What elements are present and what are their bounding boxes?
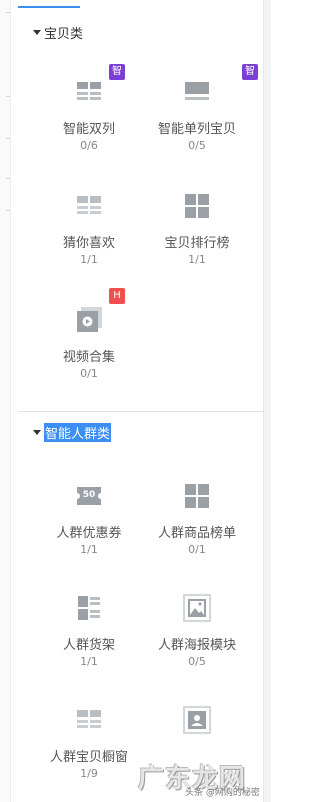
module-count: 1/1 (80, 253, 98, 266)
module-crowd-product-list[interactable]: 人群商品榜单 0/1 (137, 482, 257, 556)
section-header-smart-crowd[interactable]: 智能人群类 (33, 422, 112, 442)
user-card-icon (182, 706, 212, 734)
module-label: 猜你喜欢 (62, 236, 115, 251)
active-tab-indicator (18, 6, 80, 8)
watermark-caption: 头条 @网购的秘密 (185, 788, 260, 798)
section-title: 宝贝类 (44, 26, 84, 42)
grid-icon (182, 482, 212, 510)
smart-badge: 智 (109, 64, 125, 80)
module-crowd-coupon[interactable]: 50 人群优惠券 1/1 (29, 482, 149, 556)
hot-badge: H (109, 288, 125, 304)
caret-down-icon (33, 29, 41, 35)
double-column-icon (74, 706, 104, 734)
module-count: 1/1 (188, 253, 206, 266)
module-ranking[interactable]: 宝贝排行榜 1/1 (137, 192, 257, 266)
module-count: 0/5 (188, 139, 206, 152)
module-label: 宝贝排行榜 (164, 236, 230, 251)
module-label: 人群优惠券 (56, 526, 122, 541)
section-title: 智能人群类 (44, 422, 112, 442)
coupon-icon: 50 (74, 482, 104, 510)
single-column-icon: 智 (182, 64, 258, 106)
module-label: 人群宝贝橱窗 (49, 750, 128, 765)
module-count: 1/9 (80, 767, 98, 780)
module-smart-double-column[interactable]: 智 智能双列 0/6 (29, 64, 149, 152)
module-count: 0/1 (80, 367, 98, 380)
module-crowd-shelf[interactable]: 人群货架 1/1 (29, 594, 149, 668)
poster-image-icon (182, 594, 212, 622)
module-count: 1/1 (80, 655, 98, 668)
section-divider (18, 411, 263, 412)
left-panel-edge (0, 0, 11, 802)
module-video-collection[interactable]: H 视频合集 0/1 (29, 288, 149, 380)
module-label: 智能双列 (62, 122, 115, 137)
module-label: 智能单列宝贝 (157, 122, 236, 137)
scrollbar[interactable] (263, 0, 271, 802)
module-label: 人群商品榜单 (157, 526, 236, 541)
module-label: 视频合集 (62, 350, 115, 365)
double-column-icon: 智 (74, 64, 125, 106)
module-count: 0/1 (188, 543, 206, 556)
module-crowd-showcase[interactable]: 人群宝贝橱窗 1/9 (29, 706, 149, 780)
coupon-value: 50 (82, 490, 96, 500)
module-crowd-user-card[interactable] (137, 706, 257, 746)
module-count: 0/6 (80, 139, 98, 152)
shelf-icon (74, 594, 104, 622)
video-icon: H (74, 288, 125, 334)
module-label: 人群海报模块 (157, 638, 236, 653)
module-guess-you-like[interactable]: 猜你喜欢 1/1 (29, 192, 149, 266)
module-count: 1/1 (80, 543, 98, 556)
module-label: 人群货架 (62, 638, 115, 653)
double-column-icon (74, 192, 104, 220)
caret-down-icon (33, 429, 41, 435)
grid-icon (182, 192, 212, 220)
smart-badge: 智 (242, 64, 258, 80)
module-smart-single-column[interactable]: 智 智能单列宝贝 0/5 (137, 64, 258, 152)
section-header-baby[interactable]: 宝贝类 (33, 23, 84, 42)
module-count: 0/5 (188, 655, 206, 668)
module-crowd-poster[interactable]: 人群海报模块 0/5 (137, 594, 257, 668)
